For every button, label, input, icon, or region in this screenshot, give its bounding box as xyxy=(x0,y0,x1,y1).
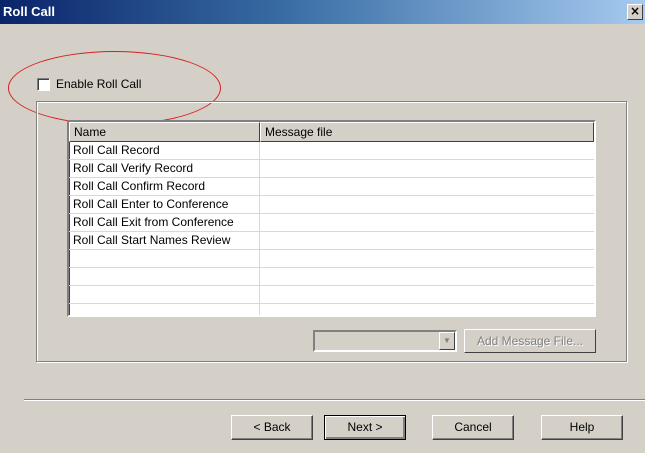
table-row[interactable] xyxy=(69,250,594,268)
row-message-file xyxy=(260,268,594,285)
enable-roll-call-label[interactable]: Enable Roll Call xyxy=(56,77,141,91)
chevron-down-icon[interactable]: ▼ xyxy=(439,332,455,350)
table-row[interactable]: Roll Call Record xyxy=(69,142,594,160)
back-button[interactable]: < Back xyxy=(231,415,313,440)
row-message-file xyxy=(260,178,594,195)
add-message-file-button[interactable]: Add Message File... xyxy=(464,329,596,353)
row-name xyxy=(69,268,260,285)
enable-roll-call-row[interactable]: Enable Roll Call xyxy=(37,77,141,91)
table-row[interactable] xyxy=(69,268,594,286)
table-row[interactable]: Roll Call Exit from Conference xyxy=(69,214,594,232)
row-message-file xyxy=(260,160,594,177)
row-message-file xyxy=(260,250,594,267)
next-button[interactable]: Next > xyxy=(324,415,406,440)
row-message-file xyxy=(260,196,594,213)
row-message-file xyxy=(260,304,594,315)
row-name xyxy=(69,250,260,267)
table-row[interactable]: Roll Call Start Names Review xyxy=(69,232,594,250)
message-list[interactable]: Name Message file Roll Call Record Roll … xyxy=(67,120,596,317)
row-message-file xyxy=(260,142,594,159)
table-row[interactable]: Roll Call Confirm Record xyxy=(69,178,594,196)
row-name: Roll Call Enter to Conference xyxy=(69,196,260,213)
row-name: Roll Call Exit from Conference xyxy=(69,214,260,231)
row-message-file xyxy=(260,286,594,303)
row-name xyxy=(69,286,260,303)
close-icon[interactable]: × xyxy=(627,4,643,20)
footer-separator xyxy=(24,399,645,401)
row-name: Roll Call Confirm Record xyxy=(69,178,260,195)
help-button[interactable]: Help xyxy=(541,415,623,440)
enable-roll-call-checkbox[interactable] xyxy=(37,77,50,91)
row-name xyxy=(69,304,260,315)
cancel-button[interactable]: Cancel xyxy=(432,415,514,440)
title-bar: Roll Call × xyxy=(0,0,645,24)
row-name: Roll Call Start Names Review xyxy=(69,232,260,249)
message-file-combo[interactable]: ▼ xyxy=(313,330,457,352)
table-row[interactable] xyxy=(69,286,594,304)
table-row[interactable] xyxy=(69,304,594,315)
row-name: Roll Call Verify Record xyxy=(69,160,260,177)
row-name: Roll Call Record xyxy=(69,142,260,159)
column-header-message-file[interactable]: Message file xyxy=(260,122,594,142)
row-message-file xyxy=(260,214,594,231)
table-row[interactable]: Roll Call Verify Record xyxy=(69,160,594,178)
list-header: Name Message file xyxy=(69,122,594,142)
table-row[interactable]: Roll Call Enter to Conference xyxy=(69,196,594,214)
row-message-file xyxy=(260,232,594,249)
column-header-name[interactable]: Name xyxy=(69,122,260,142)
window-title: Roll Call xyxy=(3,4,56,19)
